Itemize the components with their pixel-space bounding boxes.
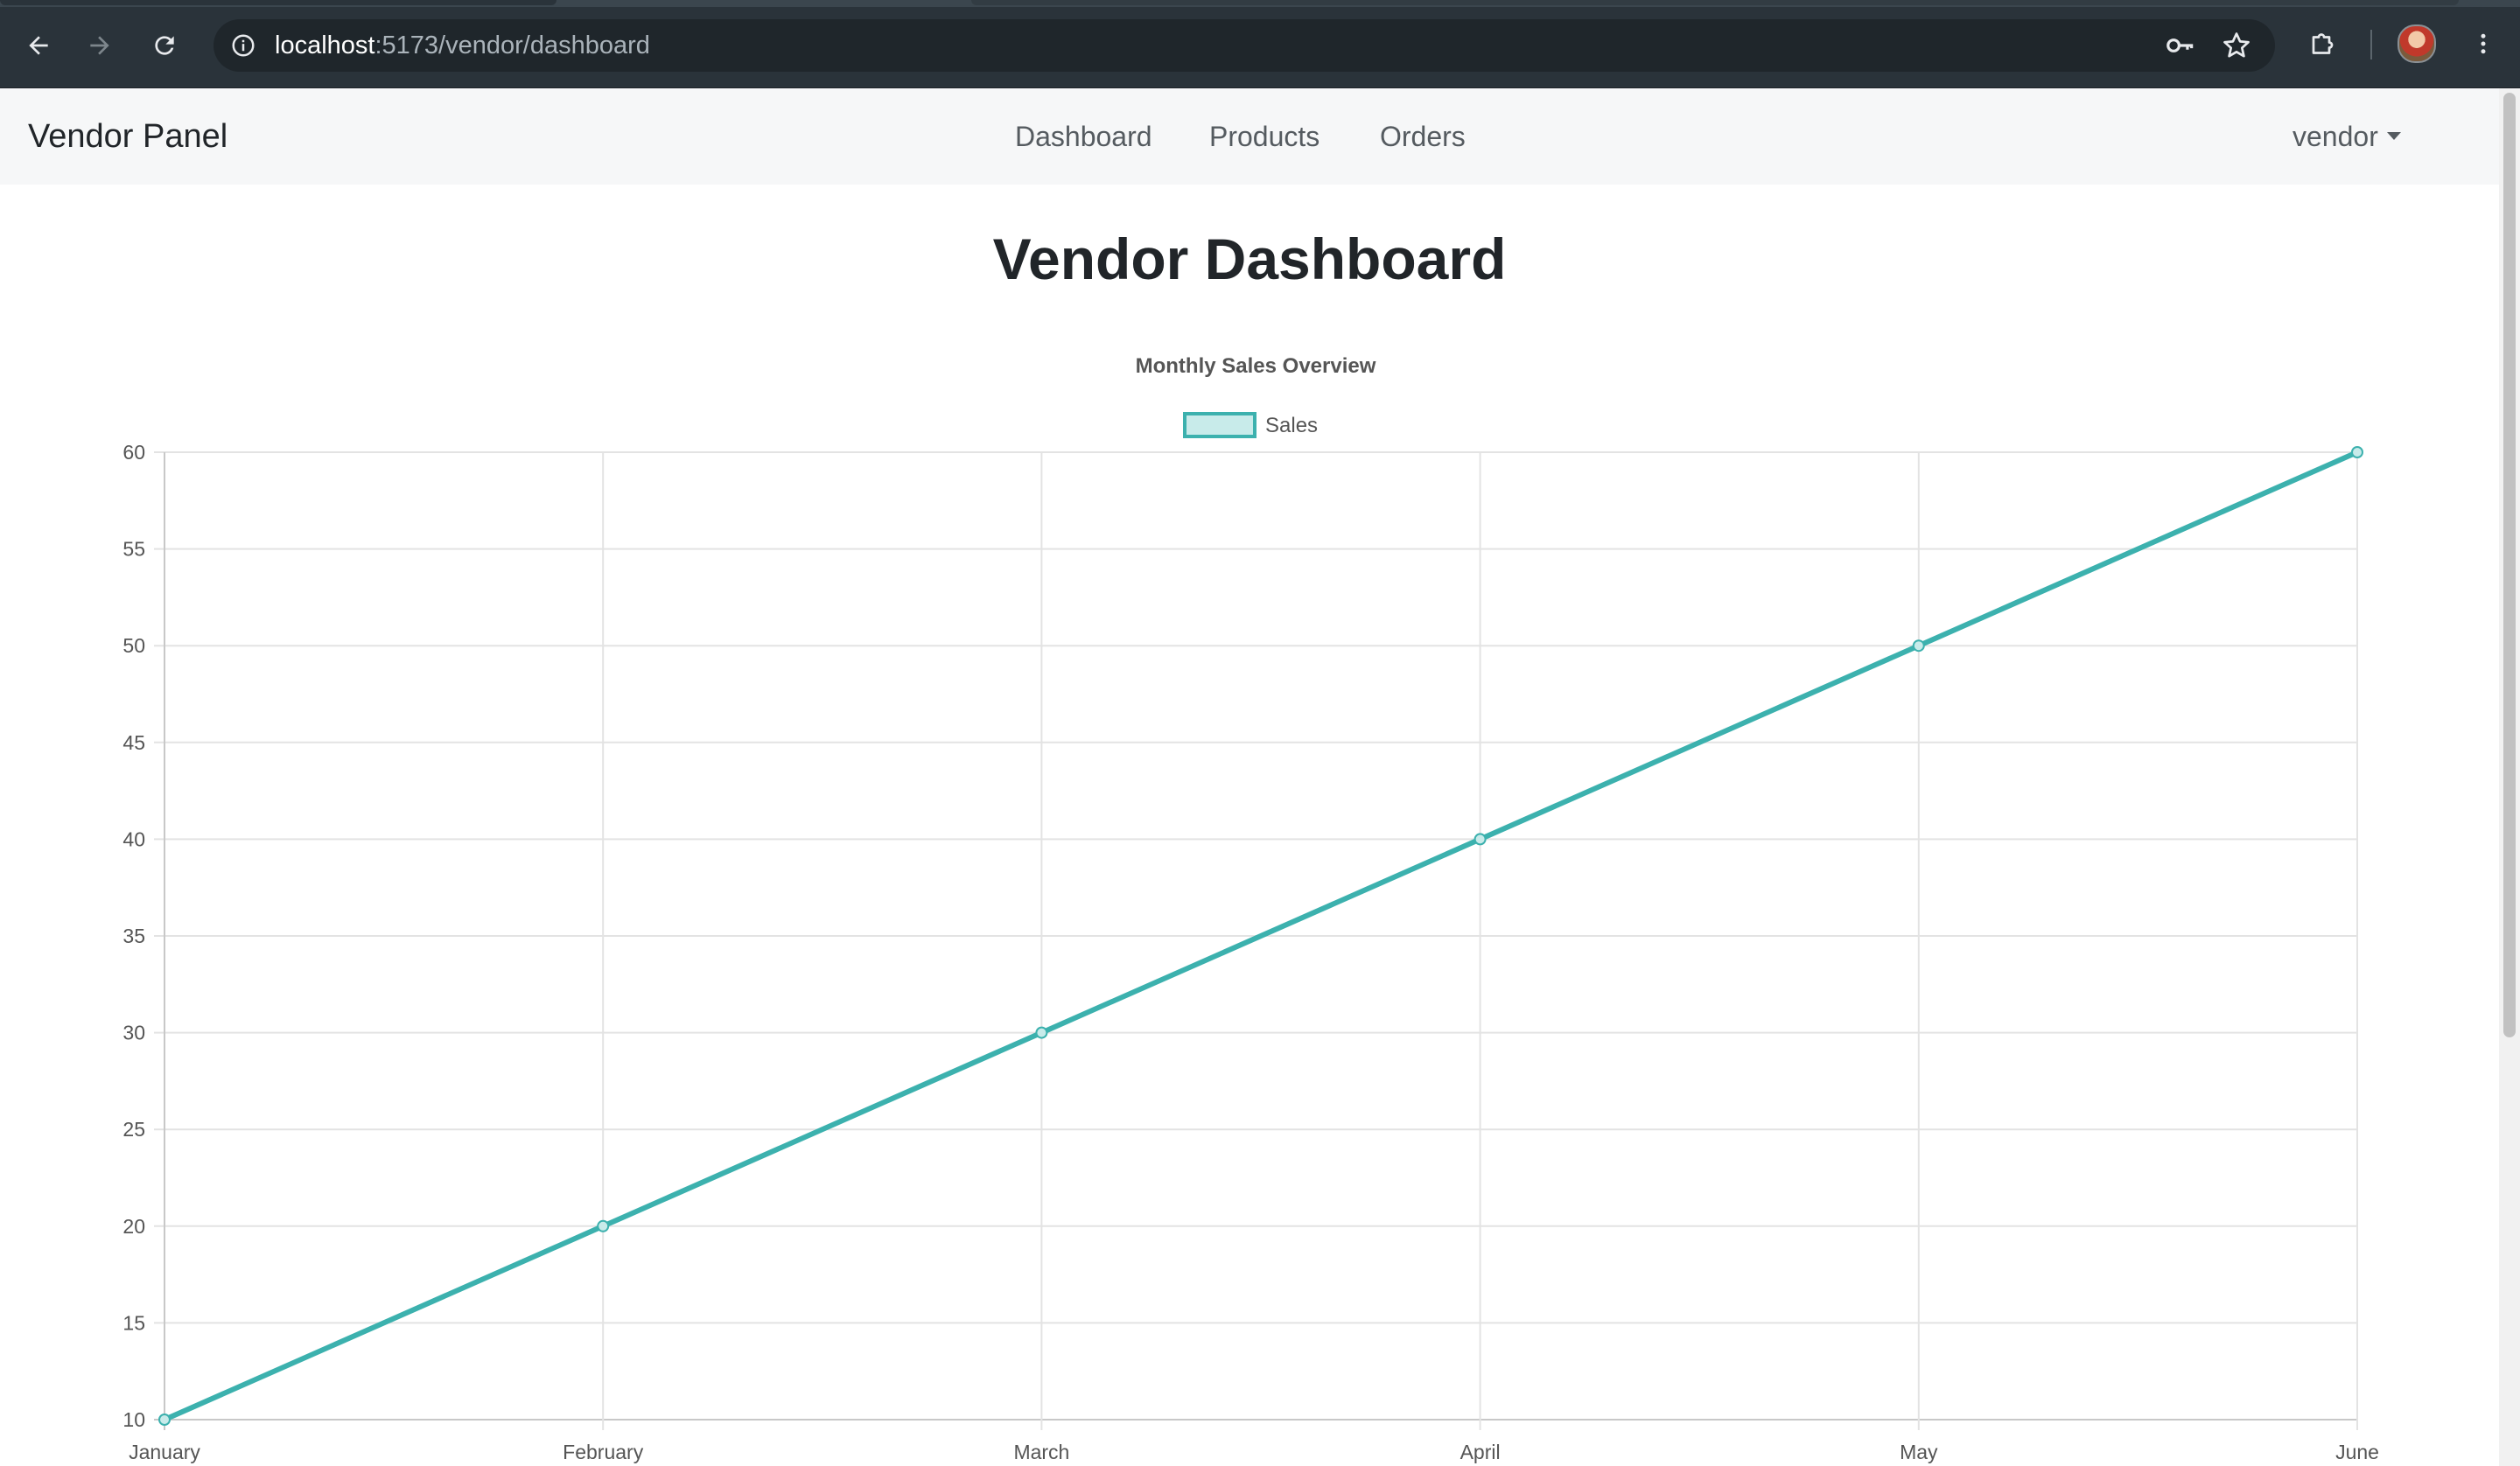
y-tick-label: 20 (122, 1215, 145, 1238)
y-tick-label: 55 (122, 538, 145, 561)
y-tick-label: 25 (122, 1118, 145, 1141)
menu-button[interactable] (2460, 21, 2506, 66)
legend-label: Sales (1265, 414, 1318, 437)
extensions-button[interactable] (2301, 21, 2347, 66)
site-info-icon[interactable] (224, 26, 262, 65)
arrow-right-icon (90, 36, 109, 55)
y-tick-label: 10 (122, 1408, 145, 1431)
url-path: :5173/vendor/dashboard (374, 31, 650, 59)
x-tick-label: February (563, 1441, 644, 1463)
nav-products[interactable]: Products (1209, 88, 1320, 185)
data-point (2351, 446, 2363, 458)
star-icon[interactable] (2217, 26, 2256, 65)
reload-icon (155, 36, 174, 55)
chart-title: Monthly Sales Overview (1136, 354, 1376, 378)
data-point (597, 1219, 610, 1232)
y-tick-label: 30 (122, 1022, 145, 1044)
profile-button[interactable] (2394, 21, 2440, 66)
sales-line-chart: Monthly Sales Overview Sales 10 15 20 25 30 35 4… (122, 354, 2379, 1463)
reload-button[interactable] (142, 23, 187, 68)
url-host: localhost (275, 31, 375, 59)
brand-link[interactable]: Vendor Panel (28, 88, 228, 185)
nav-orders[interactable]: Orders (1380, 88, 1466, 185)
key-icon[interactable] (2161, 26, 2200, 65)
app-navbar: Vendor Panel Dashboard Products Orders v… (0, 88, 2499, 185)
user-name: vendor (2292, 121, 2378, 152)
avatar (2398, 24, 2436, 63)
address-bar[interactable]: localhost:5173/vendor/dashboard (214, 19, 2275, 72)
forward-button[interactable] (77, 23, 122, 68)
scrollbar-thumb[interactable] (2503, 93, 2516, 1037)
data-point (158, 1414, 171, 1426)
y-tick-label: 45 (122, 731, 145, 754)
more-vertical-icon (2481, 33, 2486, 54)
x-tick-label: May (1900, 1441, 1938, 1463)
puzzle-icon (2312, 33, 2334, 54)
y-tick-label: 50 (122, 634, 145, 657)
legend-swatch (1183, 412, 1256, 438)
arrow-left-icon (29, 36, 48, 55)
url-text[interactable]: localhost:5173/vendor/dashboard (275, 19, 650, 72)
x-tick-label: June (2335, 1441, 2379, 1463)
y-tick-label: 40 (122, 827, 145, 850)
data-point (1474, 833, 1487, 846)
tab-strip (0, 0, 2520, 7)
data-point (1035, 1026, 1048, 1039)
active-tab-edge[interactable] (0, 0, 556, 5)
toolbar-separator (2370, 30, 2372, 59)
y-tick-label: 15 (122, 1311, 145, 1334)
user-dropdown[interactable]: vendor (2292, 88, 2401, 185)
y-tick-label: 35 (122, 925, 145, 947)
browser-toolbar: localhost:5173/vendor/dashboard (0, 0, 2520, 88)
back-button[interactable] (16, 23, 61, 68)
caret-down-icon (2386, 132, 2401, 141)
page-title: Vendor Dashboard (992, 227, 1507, 291)
data-point (1912, 639, 1925, 653)
x-tick-label: January (129, 1441, 200, 1463)
inactive-tab-edge[interactable] (971, 0, 2459, 5)
x-tick-label: March (1013, 1441, 1069, 1463)
nav-dashboard[interactable]: Dashboard (1015, 88, 1152, 185)
y-tick-label: 60 (122, 441, 145, 464)
x-tick-label: April (1460, 1441, 1501, 1463)
